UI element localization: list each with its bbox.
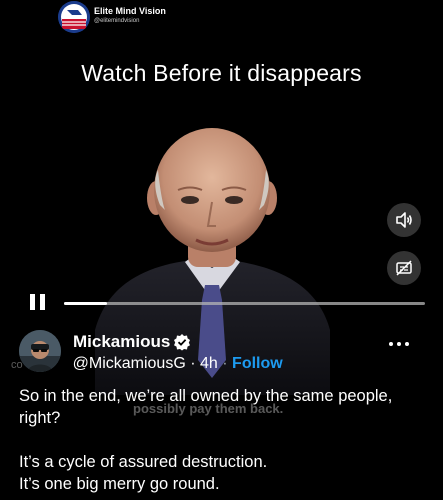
- tweet-meta: co @MickamiousG · 4h · Follow: [11, 355, 283, 373]
- verified-badge-icon: [174, 334, 190, 351]
- progress-fill: [64, 302, 108, 305]
- tweet-line-1: So in the end, we’re all owned by the sa…: [19, 387, 393, 427]
- avatar[interactable]: [19, 330, 61, 372]
- tweet-line-3: It’s one big merry go round.: [19, 475, 220, 493]
- meta-separator: ·: [190, 355, 196, 372]
- tweet-line-2: It’s a cycle of assured destruction.: [19, 453, 268, 471]
- follow-button[interactable]: Follow: [232, 355, 283, 372]
- captions-button[interactable]: [387, 251, 421, 285]
- watermark: Elite Mind Vision @elitemindvision: [94, 6, 166, 25]
- captions-off-icon: [396, 260, 412, 276]
- watermark-name: Elite Mind Vision: [94, 6, 166, 16]
- presenter-head: [154, 128, 270, 252]
- display-name[interactable]: Mickamious: [73, 332, 170, 352]
- timestamp[interactable]: 4h: [200, 355, 218, 372]
- speaker-icon: [396, 212, 412, 228]
- progress-bar[interactable]: [64, 302, 425, 305]
- sound-button[interactable]: [387, 203, 421, 237]
- faded-text: co: [11, 359, 23, 371]
- watermark-handle: @elitemindvision: [94, 18, 140, 24]
- brand-logo-icon: [58, 1, 90, 33]
- handle[interactable]: @MickamiousG: [73, 355, 186, 372]
- meta-separator-2: ·: [222, 355, 228, 372]
- tweet-text: So in the end, we’re all owned by the sa…: [19, 385, 429, 495]
- pause-icon[interactable]: [30, 294, 46, 310]
- more-options-icon[interactable]: [389, 342, 409, 348]
- video-headline: Watch Before it disappears: [81, 60, 362, 86]
